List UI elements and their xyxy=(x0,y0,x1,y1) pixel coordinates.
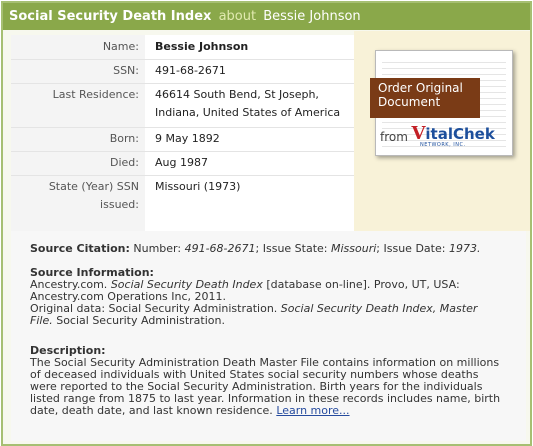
issue-date-value: 1973. xyxy=(448,242,481,255)
record-details-table: Name: Bessie Johnson SSN: 491-68-2671 La… xyxy=(11,35,354,231)
order-original-document-button[interactable]: Order Original Document from VitalChek N… xyxy=(370,50,513,156)
brand-name: italChek xyxy=(425,125,495,143)
source-section: Source Citation: Number: 491-68-2671; Is… xyxy=(11,231,526,441)
ssn-value: 491-68-2671 xyxy=(155,64,226,77)
record-panel: Social Security Death Index about Bessie… xyxy=(1,1,532,446)
description: Description: The Social Security Adminis… xyxy=(30,345,515,417)
residence-line-2: Indiana, United States of America xyxy=(155,106,341,119)
row-born: Born: 9 May 1892 xyxy=(11,127,354,152)
order-line-1: Order Original xyxy=(378,81,463,95)
order-banner: Order Original Document xyxy=(370,78,480,118)
from-label: from xyxy=(380,130,408,144)
collection-title: Social Security Death Index xyxy=(9,9,212,24)
residence-line-1: 46614 South Bend, St Joseph, xyxy=(155,88,319,101)
ssn-state-label-line-2: issued: xyxy=(100,198,139,211)
order-line-2: Document xyxy=(378,95,441,109)
born-value: 9 May 1892 xyxy=(155,132,220,145)
source-line-3b: Social Security Death Index, Master xyxy=(280,302,478,315)
issue-state-value: Missouri xyxy=(331,242,377,255)
description-line-5-text: date, death date, and last known residen… xyxy=(30,404,273,417)
row-died: Died: Aug 1987 xyxy=(11,151,354,176)
row-ssn-state: State (Year) SSN issued: Missouri (1973) xyxy=(11,175,354,215)
ssn-state-value: Missouri (1973) xyxy=(155,180,241,193)
source-information: Source Information: Ancestry.com. Social… xyxy=(30,267,515,327)
number-label: Number: xyxy=(133,242,182,255)
source-line-4: File. Social Security Administration. xyxy=(30,315,515,327)
source-citation-heading: Source Citation: xyxy=(30,242,130,255)
panel-title-bar: Social Security Death Index about Bessie… xyxy=(3,3,530,30)
learn-more-link[interactable]: Learn more... xyxy=(276,404,349,417)
issue-date-label: Issue Date: xyxy=(383,242,446,255)
description-line-5: date, death date, and last known residen… xyxy=(30,405,515,417)
order-sidebar: Order Original Document from VitalChek N… xyxy=(354,31,530,231)
name-value: Bessie Johnson xyxy=(155,40,249,53)
source-line-4b: Social Security Administration. xyxy=(56,314,225,327)
row-last-residence: Last Residence: 46614 South Bend, St Jos… xyxy=(11,83,354,128)
number-value: 491-68-2671 xyxy=(184,242,256,255)
title-about-word: about xyxy=(218,9,257,24)
issue-state-label: Issue State: xyxy=(262,242,328,255)
residence-label: Last Residence: xyxy=(52,88,139,101)
ssn-state-label: State (Year) SSN issued: xyxy=(11,178,139,218)
source-line-4a: File. xyxy=(30,314,53,327)
row-name: Name: Bessie Johnson xyxy=(11,35,354,60)
ssn-state-label-line-1: State (Year) SSN xyxy=(48,180,139,193)
brand-initial: V xyxy=(411,123,426,144)
source-citation: Source Citation: Number: 491-68-2671; Is… xyxy=(30,242,481,255)
source-line-1c: [database on-line]. Provo, UT, USA: xyxy=(266,278,460,291)
residence-value: 46614 South Bend, St Joseph, Indiana, Un… xyxy=(155,86,351,122)
vitalchek-logo: from VitalChek NETWORK, INC. xyxy=(380,123,504,149)
died-value: Aug 1987 xyxy=(155,156,208,169)
title-person-name: Bessie Johnson xyxy=(263,9,361,24)
row-ssn: SSN: 491-68-2671 xyxy=(11,59,354,84)
brand-subtitle: NETWORK, INC. xyxy=(420,142,466,148)
